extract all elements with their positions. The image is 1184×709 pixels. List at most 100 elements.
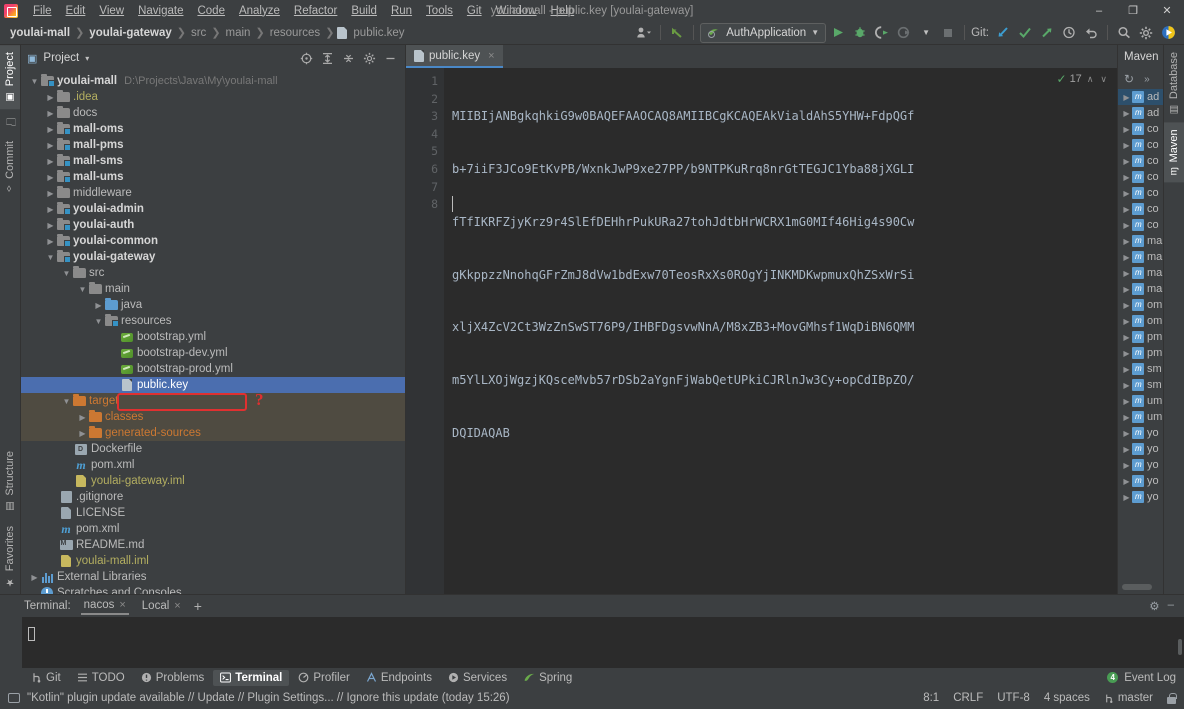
close-button[interactable]: ✕ [1150, 0, 1184, 21]
tree-node-dockerfile[interactable]: Dockerfile [21, 441, 405, 457]
chevron-right-icon[interactable]: ▶ [1121, 221, 1132, 230]
chevron-right-icon[interactable]: ▶ [1121, 317, 1132, 326]
breadcrumb-resources[interactable]: resources [268, 27, 323, 39]
bottom-tab-problems[interactable]: Problems [134, 670, 212, 686]
tree-node-classes[interactable]: ▶ classes [21, 409, 405, 425]
maven-list-item[interactable]: ▶ma [1118, 233, 1163, 249]
tree-node-scratches-and-consoles[interactable]: Scratches and Consoles [21, 585, 405, 594]
tree-node-src[interactable]: ▼ src [21, 265, 405, 281]
chevron-down-icon[interactable]: ▼ [77, 285, 88, 294]
menu-file[interactable]: File [26, 2, 59, 20]
tree-node-readme-md[interactable]: README.md [21, 537, 405, 553]
tree-node-target[interactable]: ▼ target [21, 393, 405, 409]
git-history-icon[interactable] [1059, 23, 1079, 43]
chevron-right-icon[interactable]: ▶ [29, 573, 40, 582]
close-icon[interactable]: × [174, 600, 180, 612]
tree-node-bootstrap-dev-yml[interactable]: bootstrap-dev.yml [21, 345, 405, 361]
chevron-right-icon[interactable]: ▶ [1121, 381, 1132, 390]
maven-list-item[interactable]: ▶um [1118, 409, 1163, 425]
chevron-right-icon[interactable]: ▶ [1121, 269, 1132, 278]
chevron-right-icon[interactable]: ▶ [1121, 173, 1132, 182]
chevron-right-icon[interactable]: ▶ [1121, 205, 1132, 214]
maximize-button[interactable]: ❐ [1116, 0, 1150, 21]
maven-list-item[interactable]: ▶yo [1118, 425, 1163, 441]
locate-file-icon[interactable] [297, 49, 315, 67]
tree-node-docs[interactable]: ▶ docs [21, 105, 405, 121]
chevron-right-icon[interactable]: ▶ [45, 141, 56, 150]
chevron-right-icon[interactable]: ▶ [1121, 461, 1132, 470]
maven-more-icon[interactable]: » [1144, 74, 1150, 85]
project-tree[interactable]: ▼ youlai-mall D:\Projects\Java\My\youlai… [21, 71, 405, 594]
user-switch-icon[interactable] [634, 23, 654, 43]
terminal-tab-local[interactable]: Local × [139, 598, 184, 614]
encoding-widget[interactable]: UTF-8 [997, 692, 1030, 704]
maven-horizontal-scrollbar[interactable] [1122, 584, 1152, 590]
tree-node-youlai-mall-iml[interactable]: youlai-mall.iml [21, 553, 405, 569]
tree-node-bootstrap-yml[interactable]: bootstrap.yml [21, 329, 405, 345]
chevron-right-icon[interactable]: ▶ [1121, 93, 1132, 102]
inspection-widget[interactable]: ✓ 17 ∧ ∨ [1057, 72, 1110, 86]
chevron-right-icon[interactable]: ▶ [45, 157, 56, 166]
chevron-right-icon[interactable]: ▶ [1121, 477, 1132, 486]
previous-highlight-icon[interactable]: ∧ [1085, 74, 1096, 85]
debug-button[interactable] [850, 23, 870, 43]
maven-list-item[interactable]: ▶co [1118, 121, 1163, 137]
expand-all-icon[interactable] [318, 49, 336, 67]
dropdown-chevron-icon[interactable]: ▼ [916, 23, 936, 43]
tree-node-root-pom-xml[interactable]: m pom.xml [21, 521, 405, 537]
breadcrumb-src[interactable]: src [189, 27, 208, 39]
bottom-tab-terminal[interactable]: Terminal [213, 670, 289, 686]
chevron-right-icon[interactable]: ▶ [77, 413, 88, 422]
search-everywhere-icon[interactable] [1114, 23, 1134, 43]
tree-node-gitignore[interactable]: .gitignore [21, 489, 405, 505]
menu-help[interactable]: Help [544, 2, 582, 20]
chevron-right-icon[interactable]: ▶ [1121, 109, 1132, 118]
maven-list-item[interactable]: ▶yo [1118, 489, 1163, 505]
maven-list-item[interactable]: ▶pm [1118, 345, 1163, 361]
maven-list-item[interactable]: ▶yo [1118, 457, 1163, 473]
maven-list-item[interactable]: ▶co [1118, 137, 1163, 153]
chevron-right-icon[interactable]: ▶ [45, 189, 56, 198]
terminal-settings-gear-icon[interactable]: ⚙ [1149, 599, 1159, 613]
chevron-right-icon[interactable]: ▶ [1121, 413, 1132, 422]
chevron-down-icon[interactable]: ▼ [29, 77, 40, 86]
maven-list-item[interactable]: ▶sm [1118, 377, 1163, 393]
sidebar-tab-favorites[interactable]: ★ Favorites [0, 519, 20, 594]
bottom-tab-git[interactable]: Git [24, 670, 68, 686]
menu-view[interactable]: View [92, 2, 131, 20]
status-bar-message-area[interactable]: "Kotlin" plugin update available // Upda… [8, 692, 510, 704]
chevron-right-icon[interactable]: ▶ [1121, 301, 1132, 310]
event-log-label[interactable]: Event Log [1124, 672, 1176, 684]
breadcrumb-main[interactable]: main [224, 27, 253, 39]
tree-node-public-key[interactable]: public.key [21, 377, 405, 393]
tree-node-generated-sources[interactable]: ▶ generated-sources [21, 425, 405, 441]
tree-node-youlai-auth[interactable]: ▶ youlai-auth [21, 217, 405, 233]
menu-analyze[interactable]: Analyze [232, 2, 287, 20]
chevron-right-icon[interactable]: ▶ [93, 301, 104, 310]
chevron-right-icon[interactable]: ▶ [1121, 141, 1132, 150]
terminal-output[interactable] [22, 617, 1184, 668]
terminal-hide-icon[interactable]: – [1168, 599, 1174, 613]
menu-run[interactable]: Run [384, 2, 419, 20]
chevron-down-icon[interactable]: ▾ [85, 54, 89, 63]
tree-node-external-libraries[interactable]: ▶ External Libraries [21, 569, 405, 585]
collapse-all-icon[interactable] [339, 49, 357, 67]
maven-list-item[interactable]: ▶ma [1118, 249, 1163, 265]
chevron-right-icon[interactable]: ▶ [1121, 397, 1132, 406]
bottom-tab-spring[interactable]: Spring [516, 670, 579, 686]
tree-node-bootstrap-prod-yml[interactable]: bootstrap-prod.yml [21, 361, 405, 377]
code-text-area[interactable]: MIIBIjANBgkqhkiG9w0BAQEFAAOCAQ8AMIIBCgKC… [444, 68, 1117, 594]
chevron-right-icon[interactable]: ▶ [1121, 253, 1132, 262]
stop-button[interactable] [938, 23, 958, 43]
chevron-right-icon[interactable]: ▶ [45, 173, 56, 182]
breadcrumb-youlai-gateway[interactable]: youlai-gateway [87, 27, 173, 39]
tree-node-mall-oms[interactable]: ▶ mall-oms [21, 121, 405, 137]
chevron-right-icon[interactable]: ▶ [1121, 157, 1132, 166]
tree-node-gateway-pom-xml[interactable]: m pom.xml [21, 457, 405, 473]
chevron-right-icon[interactable]: ▶ [1121, 365, 1132, 374]
chevron-down-icon[interactable]: ▼ [61, 397, 72, 406]
tree-node-resources[interactable]: ▼ resources [21, 313, 405, 329]
menu-window[interactable]: Window [489, 2, 544, 20]
maven-reload-icon[interactable]: ↻ [1124, 72, 1134, 86]
maven-list-item[interactable]: ▶co [1118, 169, 1163, 185]
